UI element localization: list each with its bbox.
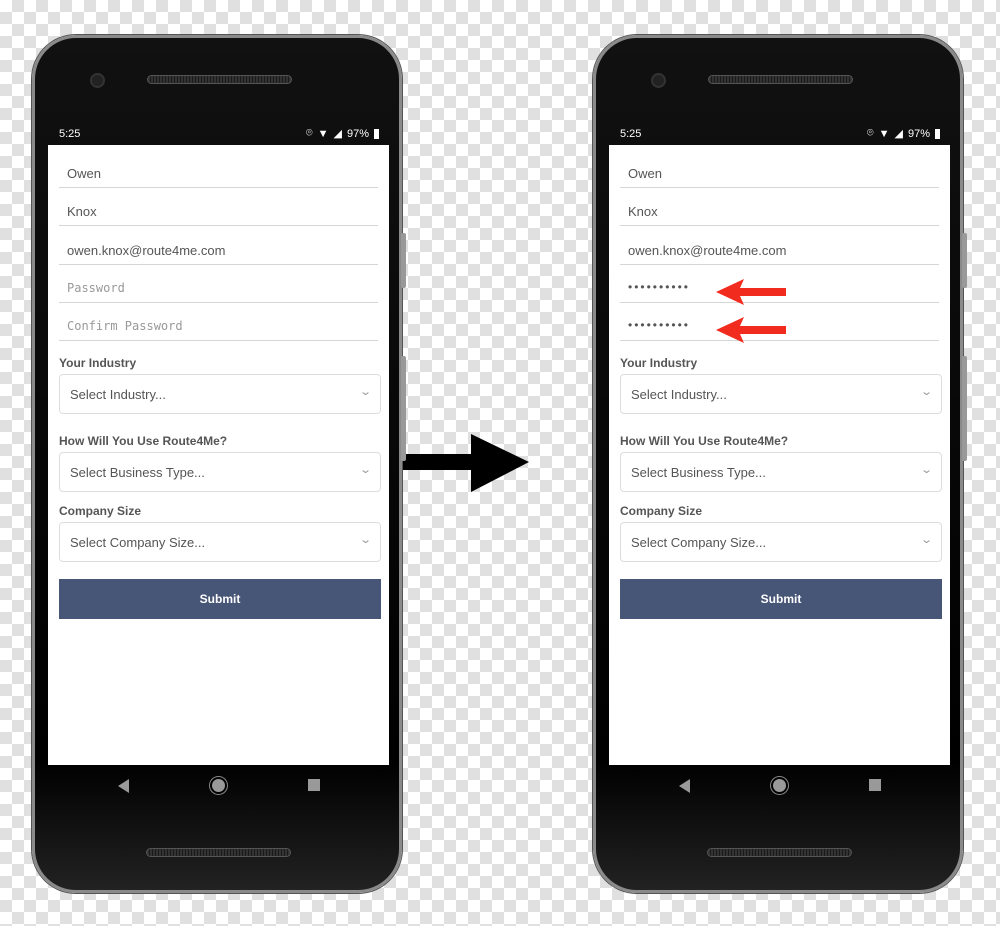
- signup-form: Owen Knox owen.knox@route4me.com •••••••…: [609, 145, 950, 765]
- chevron-down-icon: ⌄: [358, 464, 372, 476]
- first-name-input[interactable]: Owen: [620, 160, 939, 188]
- front-camera: [651, 73, 666, 88]
- volume-button: [401, 233, 406, 288]
- submit-button[interactable]: Submit: [59, 579, 381, 619]
- recents-icon[interactable]: [869, 779, 881, 791]
- battery-icon: [374, 128, 379, 139]
- android-nav-bar: [48, 765, 389, 808]
- home-icon[interactable]: [212, 779, 225, 792]
- earpiece-speaker: [147, 75, 292, 84]
- battery-percent: 97%: [907, 127, 930, 140]
- phone-before: 5:25 ⌾ ▼ ◢ 97% Owen Knox owen.knox@route…: [32, 35, 406, 893]
- chevron-down-icon: ⌄: [919, 464, 933, 476]
- chevron-down-icon: ⌄: [358, 386, 372, 398]
- signup-form: Owen Knox owen.knox@route4me.com Passwor…: [48, 145, 389, 765]
- industry-label: Your Industry: [59, 356, 137, 370]
- last-name-input[interactable]: Knox: [59, 198, 378, 226]
- signal-icon: ◢: [894, 128, 903, 140]
- recents-icon[interactable]: [308, 779, 320, 791]
- chevron-down-icon: ⌄: [919, 534, 933, 546]
- location-icon: ⌾: [306, 127, 313, 139]
- power-button: [962, 356, 967, 461]
- first-name-input[interactable]: Owen: [59, 160, 378, 188]
- wifi-icon: ▼: [878, 127, 890, 140]
- industry-select[interactable]: Select Industry... ⌄: [620, 374, 942, 414]
- chevron-down-icon: ⌄: [919, 386, 933, 398]
- last-name-input[interactable]: Knox: [620, 198, 939, 226]
- status-bar: 5:25 ⌾ ▼ ◢ 97%: [48, 123, 389, 145]
- back-icon[interactable]: [118, 779, 129, 793]
- industry-select[interactable]: Select Industry... ⌄: [59, 374, 381, 414]
- business-type-label: How Will You Use Route4Me?: [59, 434, 228, 448]
- company-size-label: Company Size: [59, 504, 142, 518]
- industry-value: Select Industry...: [70, 387, 166, 402]
- status-bar: 5:25 ⌾ ▼ ◢ 97%: [609, 123, 950, 145]
- power-button: [401, 356, 406, 461]
- clock: 5:25: [59, 128, 81, 140]
- location-icon: ⌾: [867, 127, 874, 139]
- home-icon[interactable]: [773, 779, 786, 792]
- volume-button: [962, 233, 967, 288]
- company-size-value: Select Company Size...: [70, 535, 206, 550]
- business-type-select[interactable]: Select Business Type... ⌄: [620, 452, 942, 492]
- company-size-label: Company Size: [620, 504, 703, 518]
- phone-after: 5:25 ⌾ ▼ ◢ 97% Owen Knox owen.knox@route…: [593, 35, 967, 893]
- email-input[interactable]: owen.knox@route4me.com: [620, 237, 939, 265]
- business-type-value: Select Business Type...: [631, 465, 766, 480]
- red-arrow-icon: [716, 317, 786, 343]
- confirm-password-input[interactable]: Confirm Password: [59, 313, 378, 341]
- earpiece-speaker: [708, 75, 853, 84]
- company-size-select[interactable]: Select Company Size... ⌄: [620, 522, 942, 562]
- industry-value: Select Industry...: [631, 387, 727, 402]
- bottom-speaker: [707, 848, 852, 857]
- email-input[interactable]: owen.knox@route4me.com: [59, 237, 378, 265]
- wifi-icon: ▼: [317, 127, 329, 140]
- front-camera: [90, 73, 105, 88]
- battery-percent: 97%: [346, 127, 369, 140]
- password-input[interactable]: Password: [59, 275, 378, 303]
- bottom-speaker: [146, 848, 291, 857]
- back-icon[interactable]: [679, 779, 690, 793]
- android-nav-bar: [609, 765, 950, 808]
- chevron-down-icon: ⌄: [358, 534, 372, 546]
- submit-button[interactable]: Submit: [620, 579, 942, 619]
- red-arrow-icon: [716, 279, 786, 305]
- business-type-value: Select Business Type...: [70, 465, 205, 480]
- signal-icon: ◢: [333, 128, 342, 140]
- company-size-value: Select Company Size...: [631, 535, 767, 550]
- industry-label: Your Industry: [620, 356, 698, 370]
- transition-arrow-icon: [403, 434, 529, 492]
- clock: 5:25: [620, 128, 642, 140]
- company-size-select[interactable]: Select Company Size... ⌄: [59, 522, 381, 562]
- business-type-select[interactable]: Select Business Type... ⌄: [59, 452, 381, 492]
- battery-icon: [935, 128, 940, 139]
- business-type-label: How Will You Use Route4Me?: [620, 434, 789, 448]
